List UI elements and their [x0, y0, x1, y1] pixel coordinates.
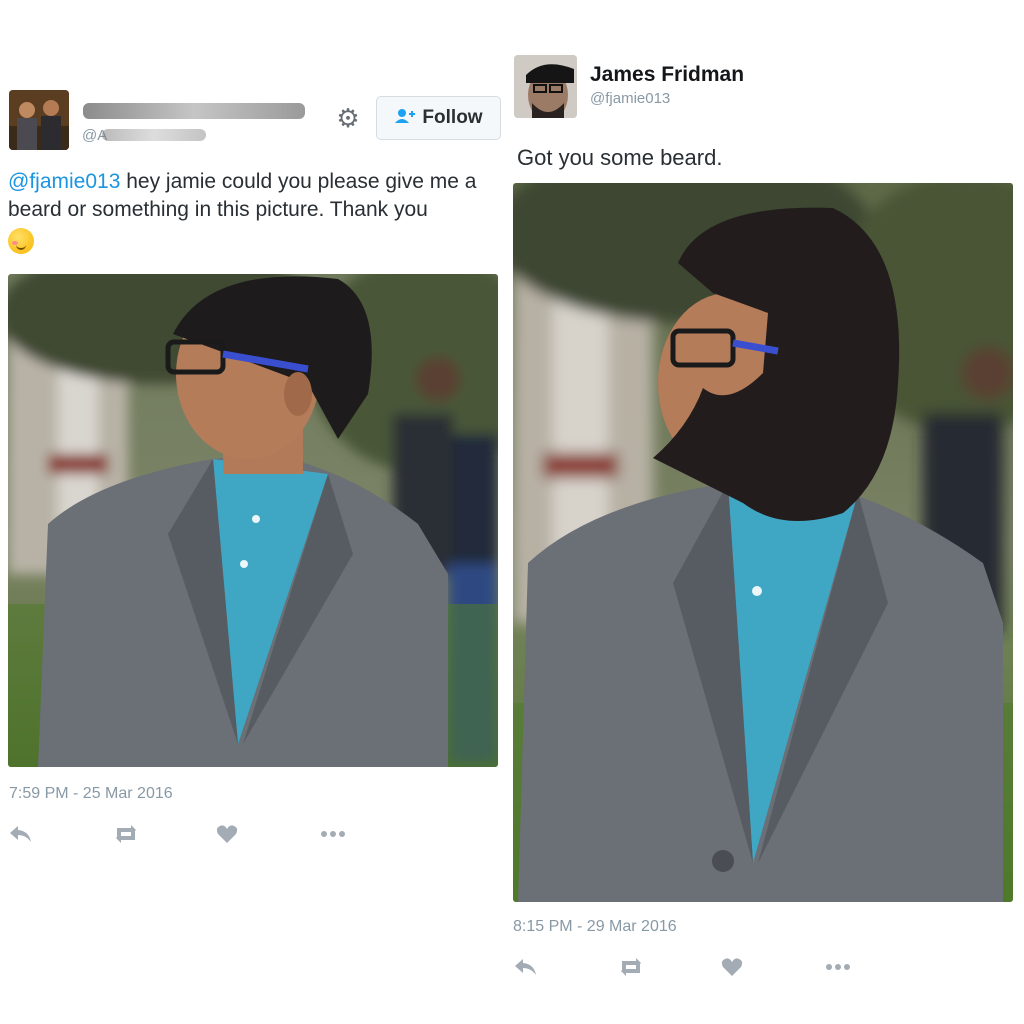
more-icon[interactable] [825, 956, 929, 984]
tweet-timestamp[interactable]: 8:15 PM - 29 Mar 2016 [513, 918, 677, 936]
request-tweet: @A ⚙ Follow @fjamie013 hey jamie could y… [0, 0, 508, 1024]
tweet-actions [513, 956, 929, 984]
tweet-text: Got you some beard. [517, 145, 723, 170]
requester-avatar[interactable] [9, 90, 69, 150]
tweet-text: @fjamie013 hey jamie could you please gi… [8, 168, 500, 254]
follow-button[interactable]: Follow [376, 96, 501, 140]
add-user-icon [394, 108, 416, 129]
reply-icon[interactable] [513, 956, 617, 984]
retweet-icon[interactable] [112, 823, 216, 851]
original-photo[interactable] [8, 274, 498, 767]
heart-icon[interactable] [721, 956, 825, 984]
reply-icon[interactable] [8, 823, 112, 851]
follow-label: Follow [422, 107, 483, 128]
smiling-blush-emoji [8, 228, 34, 254]
redacted-name [83, 103, 305, 119]
edited-photo[interactable] [513, 183, 1013, 902]
gear-icon[interactable]: ⚙ [334, 104, 362, 132]
mention-link[interactable]: @fjamie013 [8, 170, 120, 193]
more-icon[interactable] [320, 823, 424, 851]
author-handle[interactable]: @fjamie013 [590, 90, 670, 107]
heart-icon[interactable] [216, 823, 320, 851]
tweet-actions [8, 823, 424, 851]
author-avatar[interactable] [514, 55, 577, 118]
reply-tweet: James Fridman @fjamie013 Got you some be… [508, 0, 1024, 1024]
author-name[interactable]: James Fridman [590, 63, 744, 87]
retweet-icon[interactable] [617, 956, 721, 984]
redacted-handle [102, 129, 206, 141]
tweet-timestamp[interactable]: 7:59 PM - 25 Mar 2016 [9, 785, 173, 803]
